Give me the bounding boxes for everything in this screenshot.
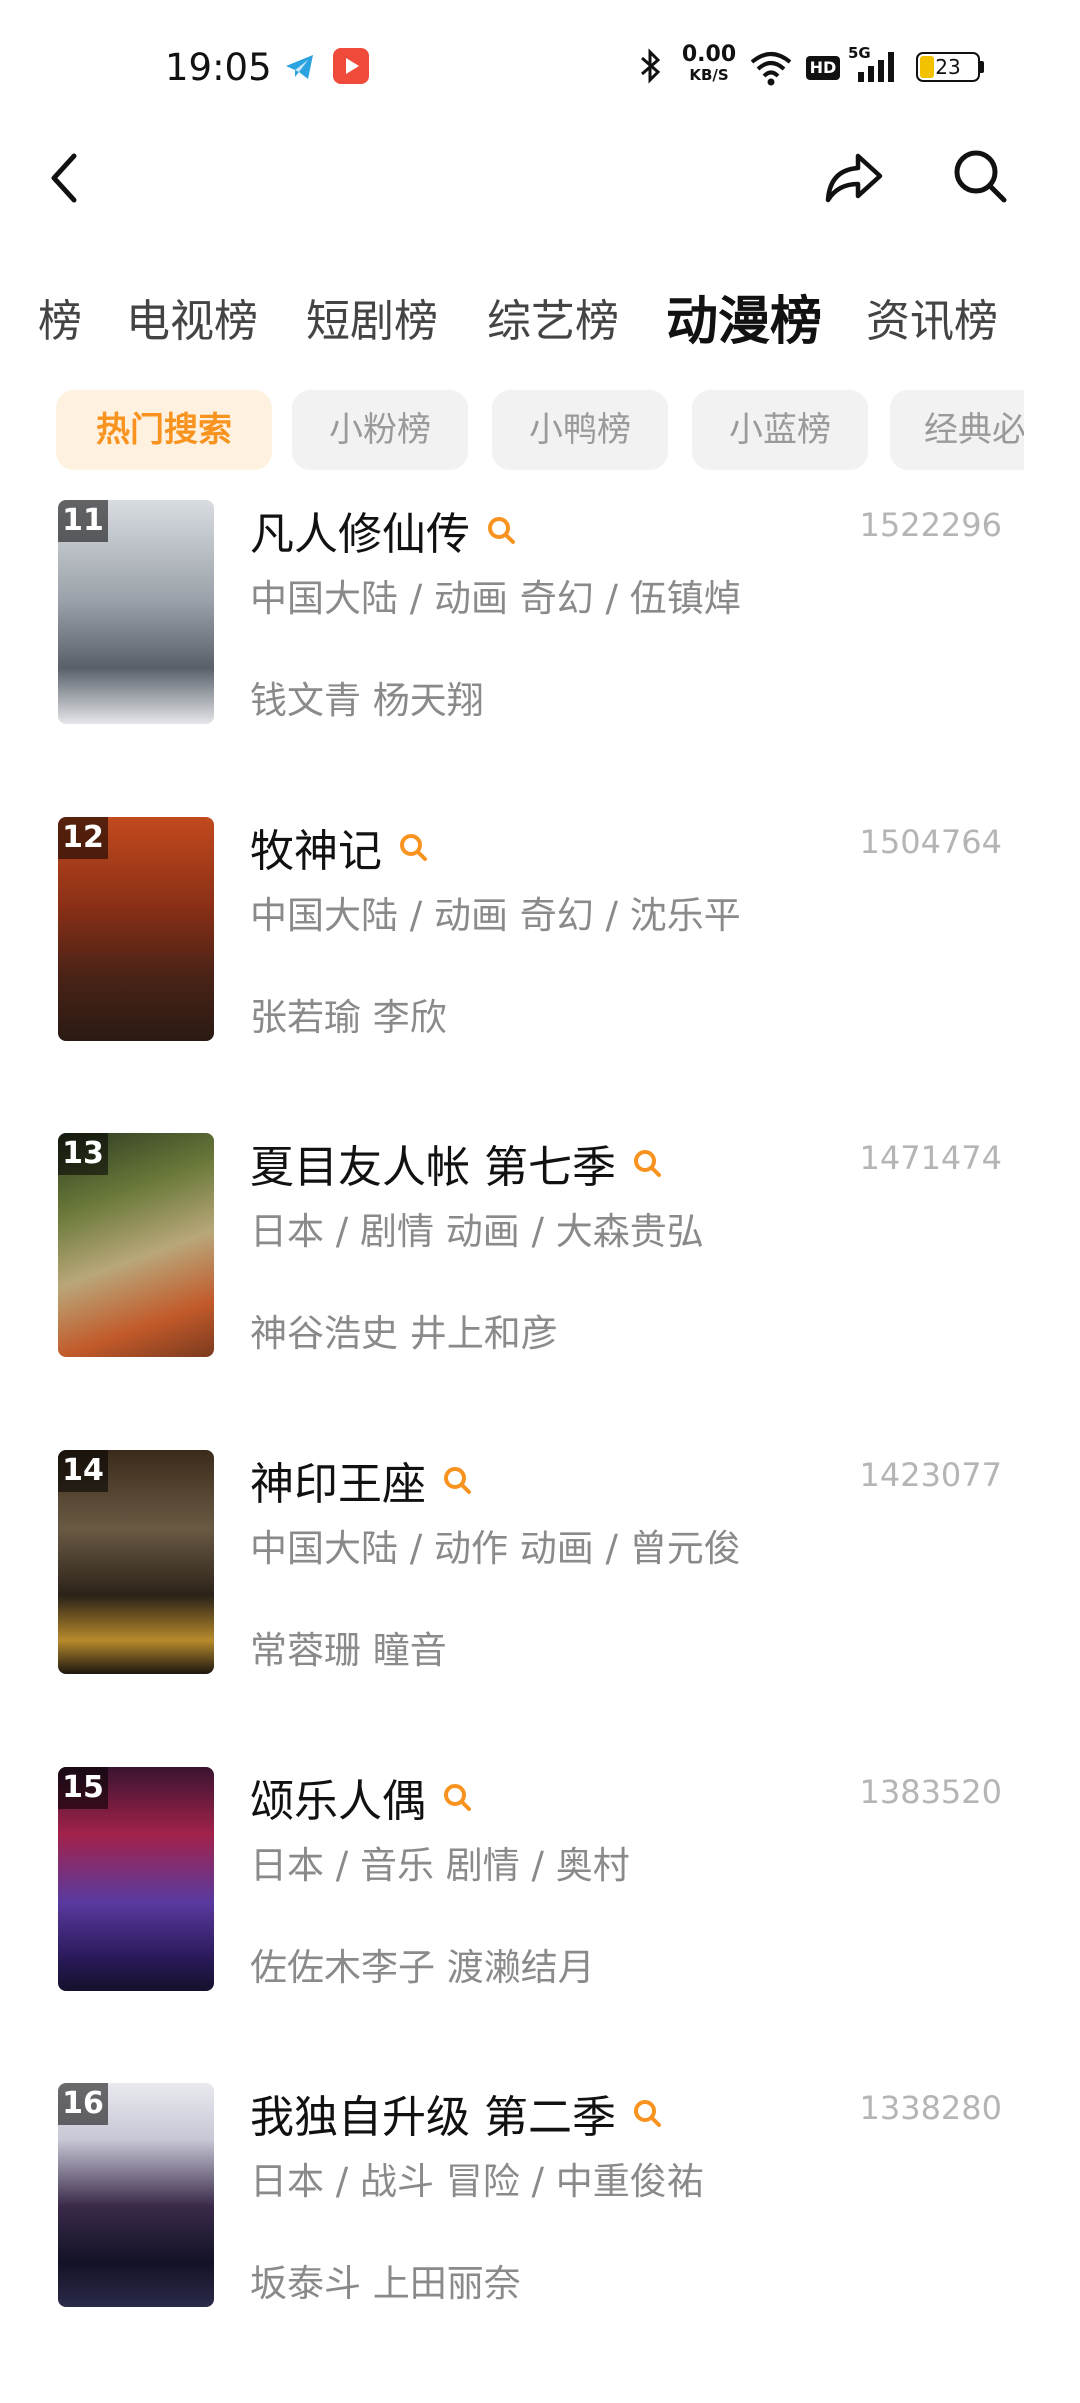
share-icon[interactable] bbox=[822, 146, 886, 206]
list-item[interactable]: 15 颂乐人偶 1383520 日本 / 音乐 剧情 / 奥村 佐佐木李子 渡濑… bbox=[0, 1767, 1080, 2087]
net-speed-value: 0.00 bbox=[681, 42, 737, 67]
video-app-icon bbox=[333, 48, 369, 84]
poster-image: 11 bbox=[58, 500, 214, 724]
chip-xiaolan[interactable]: 小蓝榜 bbox=[692, 390, 868, 470]
search-count: 1423077 bbox=[859, 1456, 1002, 1494]
item-cast: 佐佐木李子 渡濑结月 bbox=[250, 1946, 595, 1989]
rank-badge: 14 bbox=[58, 1450, 108, 1492]
poster-image: 12 bbox=[58, 817, 214, 1041]
item-title: 神印王座 bbox=[250, 1459, 426, 1510]
list-item[interactable]: 13 夏目友人帐 第七季 1471474 日本 / 剧情 动画 / 大森贵弘 神… bbox=[0, 1133, 1080, 1453]
search-small-icon[interactable] bbox=[398, 832, 428, 862]
poster-image: 13 bbox=[58, 1133, 214, 1357]
wifi-icon bbox=[750, 52, 792, 86]
hd-badge: HD bbox=[806, 56, 840, 80]
item-title: 颂乐人偶 bbox=[250, 1776, 426, 1827]
status-time: 19:05 bbox=[165, 46, 272, 89]
status-bar: 19:05 0.00 KB/S HD 5G 23 bbox=[0, 0, 1080, 130]
item-cast: 张若瑜 李欣 bbox=[250, 996, 447, 1039]
item-title: 夏目友人帐 第七季 bbox=[250, 1142, 616, 1193]
rank-badge: 12 bbox=[58, 817, 108, 859]
telegram-icon bbox=[286, 55, 313, 79]
net-speed: 0.00 KB/S bbox=[680, 44, 738, 88]
search-small-icon[interactable] bbox=[442, 1465, 472, 1495]
item-meta: 中国大陆 / 动画 奇幻 / 伍镇焯 bbox=[250, 577, 741, 620]
chip-xiaofen[interactable]: 小粉榜 bbox=[292, 390, 468, 470]
item-meta: 日本 / 音乐 剧情 / 奥村 bbox=[250, 1844, 630, 1887]
chip-xiaoya[interactable]: 小鸭榜 bbox=[492, 390, 668, 470]
chip-classic[interactable]: 经典必 bbox=[890, 390, 1024, 470]
item-meta: 日本 / 剧情 动画 / 大森贵弘 bbox=[250, 1210, 704, 1253]
list-item[interactable]: 14 神印王座 1423077 中国大陆 / 动作 动画 / 曾元俊 常蓉珊 瞳… bbox=[0, 1450, 1080, 1770]
tab-news[interactable]: 资讯榜 bbox=[866, 282, 998, 362]
tab-bang-partial[interactable]: 榜 bbox=[38, 282, 82, 362]
item-meta: 中国大陆 / 动作 动画 / 曾元俊 bbox=[250, 1527, 741, 1570]
battery-indicator: 23 bbox=[916, 52, 986, 82]
item-title: 牧神记 bbox=[250, 826, 382, 877]
search-count: 1522296 bbox=[859, 506, 1002, 544]
item-meta: 中国大陆 / 动画 奇幻 / 沈乐平 bbox=[250, 894, 741, 937]
back-icon[interactable] bbox=[40, 148, 88, 208]
battery-level: 23 bbox=[935, 55, 961, 79]
chip-hot-search[interactable]: 热门搜索 bbox=[56, 390, 272, 470]
search-count: 1383520 bbox=[859, 1773, 1002, 1811]
search-small-icon[interactable] bbox=[632, 1148, 662, 1178]
net-speed-unit: KB/S bbox=[689, 66, 729, 84]
search-count: 1338280 bbox=[859, 2089, 1002, 2127]
search-small-icon[interactable] bbox=[632, 2098, 662, 2128]
poster-image: 16 bbox=[58, 2083, 214, 2307]
list-item[interactable]: 11 凡人修仙传 1522296 中国大陆 / 动画 奇幻 / 伍镇焯 钱文青 … bbox=[0, 500, 1080, 820]
item-cast: 神谷浩史 井上和彦 bbox=[250, 1312, 558, 1355]
search-count: 1471474 bbox=[859, 1139, 1002, 1177]
search-icon[interactable] bbox=[950, 146, 1010, 206]
poster-image: 15 bbox=[58, 1767, 214, 1991]
poster-image: 14 bbox=[58, 1450, 214, 1674]
search-count: 1504764 bbox=[859, 823, 1002, 861]
search-small-icon[interactable] bbox=[442, 1782, 472, 1812]
rank-badge: 13 bbox=[58, 1133, 108, 1175]
item-cast: 钱文青 杨天翔 bbox=[250, 679, 484, 722]
item-title: 我独自升级 第二季 bbox=[250, 2092, 616, 2143]
search-small-icon[interactable] bbox=[486, 515, 516, 545]
item-cast: 常蓉珊 瞳音 bbox=[250, 1629, 447, 1672]
signal-label: 5G bbox=[848, 44, 871, 62]
rank-badge: 11 bbox=[58, 500, 108, 542]
item-meta: 日本 / 战斗 冒险 / 中重俊祐 bbox=[250, 2160, 704, 2203]
category-tabs: 榜 电视榜 短剧榜 综艺榜 动漫榜 资讯榜 bbox=[0, 282, 1080, 362]
bluetooth-icon bbox=[641, 48, 661, 84]
rank-badge: 15 bbox=[58, 1767, 108, 1809]
sub-filter-chips: 热门搜索 小粉榜 小鸭榜 小蓝榜 经典必 bbox=[56, 390, 1024, 470]
tab-variety[interactable]: 综艺榜 bbox=[487, 282, 619, 362]
tab-tv[interactable]: 电视榜 bbox=[126, 282, 258, 362]
item-cast: 坂泰斗 上田丽奈 bbox=[250, 2262, 521, 2305]
tab-anime[interactable]: 动漫榜 bbox=[666, 282, 822, 362]
item-title: 凡人修仙传 bbox=[250, 509, 470, 560]
list-item[interactable]: 16 我独自升级 第二季 1338280 日本 / 战斗 冒险 / 中重俊祐 坂… bbox=[0, 2083, 1080, 2403]
list-item[interactable]: 12 牧神记 1504764 中国大陆 / 动画 奇幻 / 沈乐平 张若瑜 李欣 bbox=[0, 817, 1080, 1137]
rank-badge: 16 bbox=[58, 2083, 108, 2125]
tab-short-drama[interactable]: 短剧榜 bbox=[306, 282, 438, 362]
